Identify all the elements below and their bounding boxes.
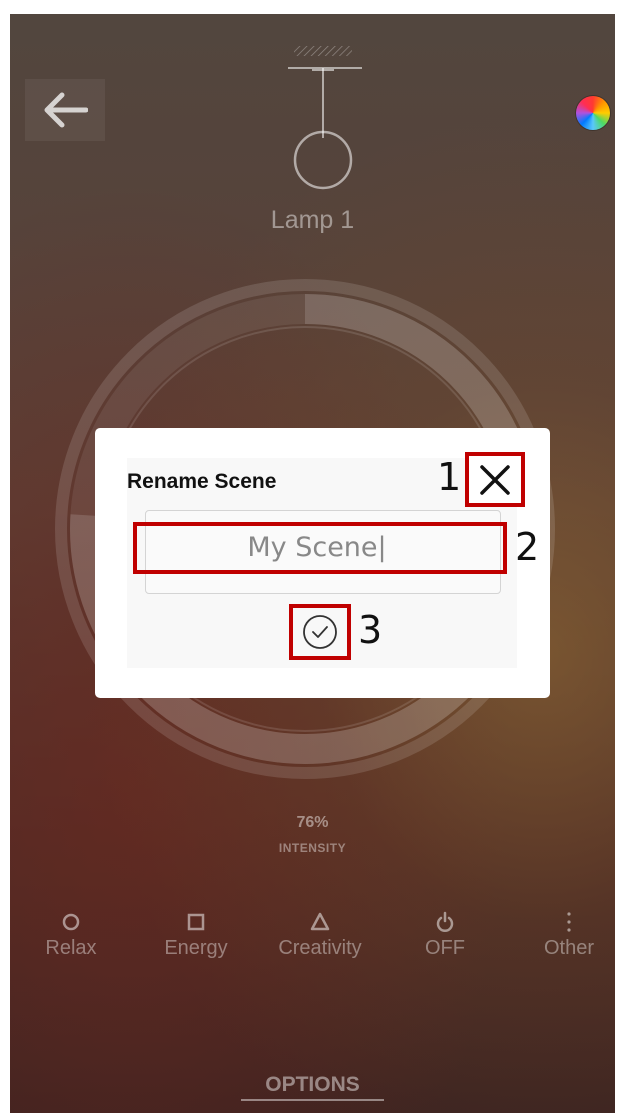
- check-circle-icon: [303, 615, 337, 649]
- annotation-number-3: 3: [358, 608, 383, 652]
- annotation-box-input: [133, 522, 507, 574]
- annotation-number-1: 1: [437, 455, 462, 499]
- confirm-button[interactable]: [289, 604, 351, 660]
- annotation-number-2: 2: [515, 525, 540, 569]
- dialog-title: Rename Scene: [127, 470, 277, 493]
- close-button[interactable]: [465, 452, 525, 507]
- rename-dialog-overlay: Rename Scene My Scene| 1 2 3: [0, 0, 621, 1113]
- close-icon: [480, 464, 510, 495]
